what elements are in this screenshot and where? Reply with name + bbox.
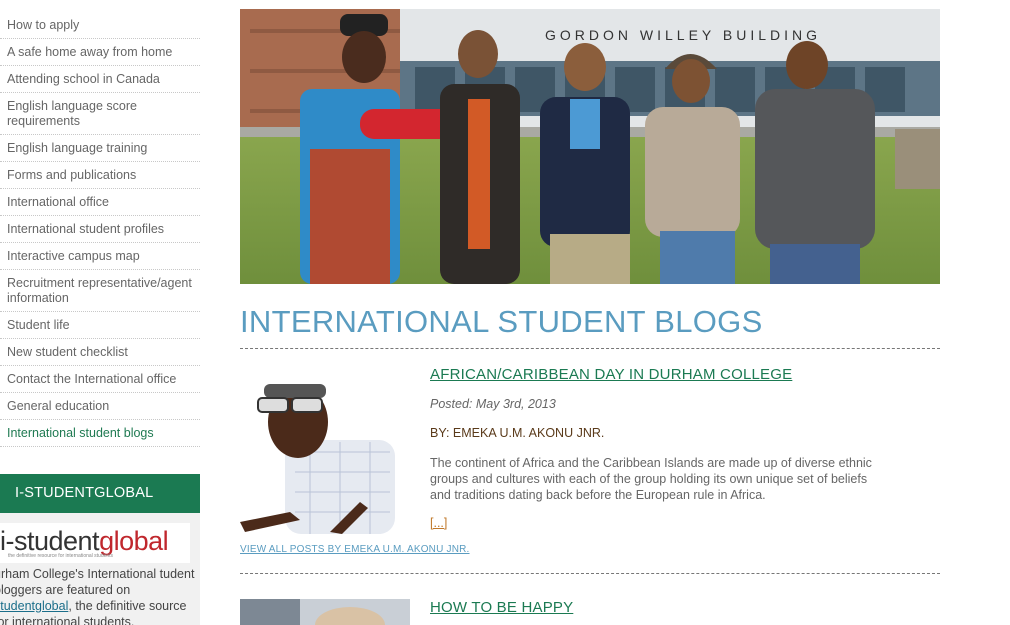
promo-heading: I-STUDENTGLOBAL xyxy=(0,474,200,513)
hero-image: GORDON WILLEY BUILDING xyxy=(240,9,940,284)
post-2-photo xyxy=(240,599,410,625)
page-title: INTERNATIONAL STUDENT BLOGS xyxy=(240,304,763,339)
post-date: Posted: May 3rd, 2013 xyxy=(430,397,556,411)
sidebar-item-campus-map[interactable]: Interactive campus map xyxy=(0,243,200,270)
sidebar: How to apply A safe home away from home … xyxy=(0,12,200,447)
logo-text-b: global xyxy=(99,526,169,556)
hero-photo: GORDON WILLEY BUILDING xyxy=(240,9,940,284)
i-studentglobal-logo[interactable]: i-studentglobal the definitive resource … xyxy=(0,523,190,563)
post-title-link[interactable]: AFRICAN/CARIBBEAN DAY IN DURHAM COLLEGE xyxy=(430,366,792,383)
logo-text-a: i-student xyxy=(0,526,100,556)
promo-text-before: urham College's International tudent blo… xyxy=(0,567,195,597)
sidebar-item-safe-home[interactable]: A safe home away from home xyxy=(0,39,200,66)
sidebar-item-english-training[interactable]: English language training xyxy=(0,135,200,162)
sidebar-item-general-education[interactable]: General education xyxy=(0,393,200,420)
promo-link[interactable]: studentglobal xyxy=(0,599,68,613)
post-thumbnail[interactable] xyxy=(240,599,410,625)
logo-tagline: the definitive resource for internationa… xyxy=(8,553,114,559)
sidebar-item-contact[interactable]: Contact the International office xyxy=(0,366,200,393)
sidebar-item-attending-school[interactable]: Attending school in Canada xyxy=(0,66,200,93)
view-all-posts-link[interactable]: VIEW ALL POSTS BY EMEKA U.M. AKONU JNR. xyxy=(240,544,470,555)
building-sign: GORDON WILLEY BUILDING xyxy=(545,27,821,43)
sidebar-item-how-to-apply[interactable]: How to apply xyxy=(0,12,200,39)
post-thumbnail[interactable] xyxy=(240,362,410,534)
sidebar-item-recruitment[interactable]: Recruitment representative/agent informa… xyxy=(0,270,200,312)
sidebar-item-checklist[interactable]: New student checklist xyxy=(0,339,200,366)
blogger-photo xyxy=(240,362,410,534)
post-author: BY: EMEKA U.M. AKONU JNR. xyxy=(430,426,605,440)
read-more-link[interactable]: [...] xyxy=(430,516,447,530)
post-excerpt: The continent of Africa and the Caribbea… xyxy=(430,456,872,502)
sidebar-item-student-profiles[interactable]: International student profiles xyxy=(0,216,200,243)
sidebar-item-international-office[interactable]: International office xyxy=(0,189,200,216)
promo-box: i-studentglobal the definitive resource … xyxy=(0,513,200,625)
post-title-link[interactable]: HOW TO BE HAPPY xyxy=(430,599,573,616)
sidebar-item-english-score[interactable]: English language score requirements xyxy=(0,93,200,135)
sidebar-item-forms[interactable]: Forms and publications xyxy=(0,162,200,189)
sidebar-item-student-blogs[interactable]: International student blogs xyxy=(0,420,200,447)
sidebar-item-student-life[interactable]: Student life xyxy=(0,312,200,339)
title-divider xyxy=(240,348,940,349)
sidebar-nav: How to apply A safe home away from home … xyxy=(0,12,200,447)
post-divider xyxy=(240,573,940,574)
promo-description: urham College's International tudent blo… xyxy=(0,566,198,625)
